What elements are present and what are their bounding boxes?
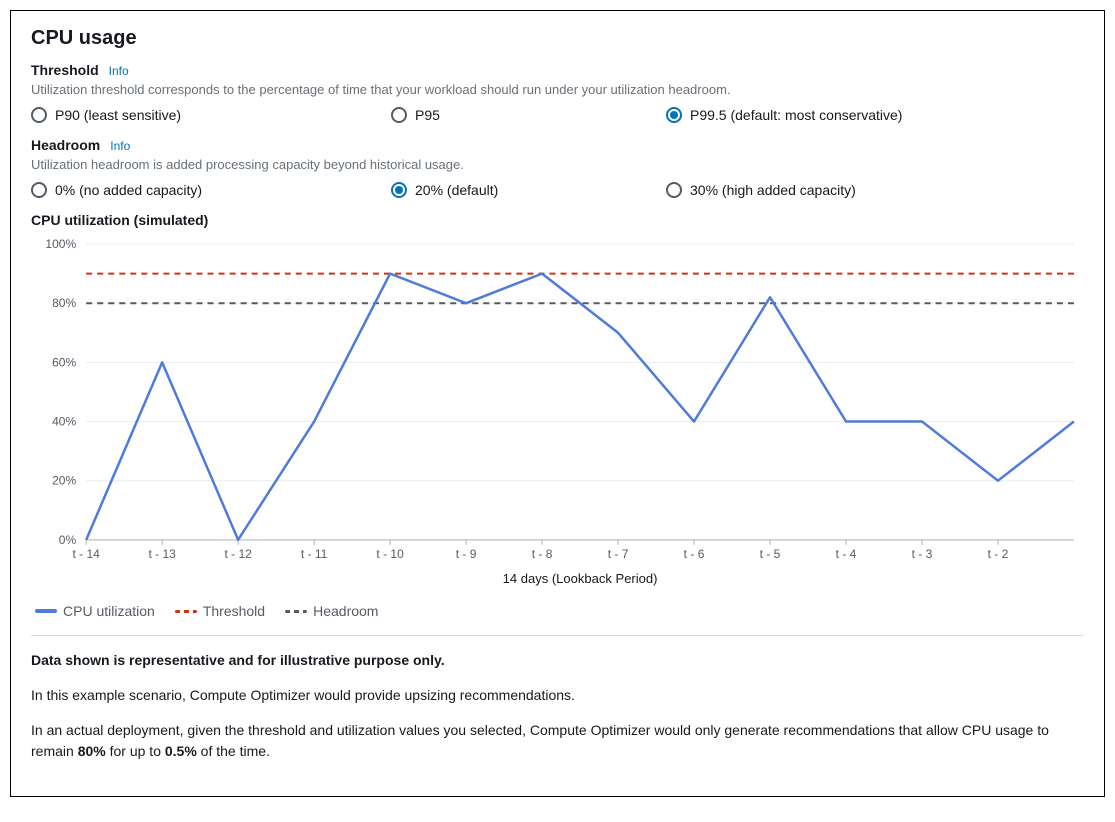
legend-label: Headroom bbox=[313, 603, 378, 619]
threshold-desc: Utilization threshold corresponds to the… bbox=[31, 82, 1084, 97]
svg-text:t - 3: t - 3 bbox=[912, 547, 933, 561]
svg-text:t - 6: t - 6 bbox=[684, 547, 705, 561]
svg-text:t - 8: t - 8 bbox=[532, 547, 553, 561]
radio-label: 0% (no added capacity) bbox=[55, 182, 202, 198]
threshold-header: Threshold Info bbox=[31, 62, 1084, 78]
cpu-chart: 0% 20% 40% 60% 80% 100% t - 14 t - 13 t - 12 t - … bbox=[31, 234, 1084, 595]
disclaimer-line2: In an actual deployment, given the thres… bbox=[31, 720, 1084, 762]
legend-swatch-icon bbox=[175, 610, 197, 613]
radio-label: P99.5 (default: most conservative) bbox=[690, 107, 902, 123]
svg-text:t - 10: t - 10 bbox=[376, 547, 404, 561]
threshold-option-p90[interactable]: P90 (least sensitive) bbox=[31, 107, 391, 123]
radio-icon bbox=[666, 107, 682, 123]
chart-svg: 0% 20% 40% 60% 80% 100% t - 14 t - 13 t - 12 t - … bbox=[31, 234, 1084, 595]
legend-swatch-icon bbox=[35, 609, 57, 613]
radio-icon bbox=[666, 182, 682, 198]
svg-text:t - 12: t - 12 bbox=[224, 547, 252, 561]
headroom-label: Headroom bbox=[31, 137, 100, 153]
threshold-option-p995[interactable]: P99.5 (default: most conservative) bbox=[666, 107, 1084, 123]
threshold-label: Threshold bbox=[31, 62, 99, 78]
radio-label: P90 (least sensitive) bbox=[55, 107, 181, 123]
svg-text:t - 5: t - 5 bbox=[760, 547, 781, 561]
radio-label: 20% (default) bbox=[415, 182, 498, 198]
headroom-option-0[interactable]: 0% (no added capacity) bbox=[31, 182, 391, 198]
svg-text:100%: 100% bbox=[45, 237, 76, 251]
legend-label: CPU utilization bbox=[63, 603, 155, 619]
threshold-option-p95[interactable]: P95 bbox=[391, 107, 666, 123]
radio-icon bbox=[31, 107, 47, 123]
headroom-info-link[interactable]: Info bbox=[110, 139, 130, 153]
svg-text:t - 9: t - 9 bbox=[456, 547, 477, 561]
svg-text:t - 4: t - 4 bbox=[836, 547, 857, 561]
legend-headroom: Headroom bbox=[285, 603, 378, 619]
chart-title: CPU utilization (simulated) bbox=[31, 212, 1084, 228]
svg-text:20%: 20% bbox=[52, 474, 76, 488]
legend-label: Threshold bbox=[203, 603, 265, 619]
legend-threshold: Threshold bbox=[175, 603, 265, 619]
svg-text:0%: 0% bbox=[59, 533, 77, 547]
disclaimer-line1: In this example scenario, Compute Optimi… bbox=[31, 685, 1084, 706]
radio-label: 30% (high added capacity) bbox=[690, 182, 856, 198]
radio-icon bbox=[391, 182, 407, 198]
chart-legend: CPU utilization Threshold Headroom bbox=[31, 603, 1084, 619]
svg-text:t - 13: t - 13 bbox=[148, 547, 176, 561]
page-title: CPU usage bbox=[31, 27, 1084, 50]
threshold-radio-group: P90 (least sensitive) P95 P99.5 (default… bbox=[31, 107, 1084, 123]
legend-cpu: CPU utilization bbox=[35, 603, 155, 619]
radio-icon bbox=[391, 107, 407, 123]
headroom-header: Headroom Info bbox=[31, 137, 1084, 153]
svg-text:14 days (Lookback Period): 14 days (Lookback Period) bbox=[503, 571, 658, 586]
svg-text:t - 14: t - 14 bbox=[72, 547, 100, 561]
svg-text:60%: 60% bbox=[52, 355, 76, 369]
svg-text:80%: 80% bbox=[52, 296, 76, 310]
svg-text:40%: 40% bbox=[52, 415, 76, 429]
legend-swatch-icon bbox=[285, 610, 307, 613]
cpu-usage-panel: CPU usage Threshold Info Utilization thr… bbox=[10, 10, 1105, 797]
divider bbox=[31, 635, 1084, 636]
threshold-info-link[interactable]: Info bbox=[109, 64, 129, 78]
disclaimer: Data shown is representative and for ill… bbox=[31, 650, 1084, 762]
radio-label: P95 bbox=[415, 107, 440, 123]
headroom-option-20[interactable]: 20% (default) bbox=[391, 182, 666, 198]
disclaimer-heading: Data shown is representative and for ill… bbox=[31, 652, 445, 668]
svg-text:t - 7: t - 7 bbox=[608, 547, 629, 561]
headroom-option-30[interactable]: 30% (high added capacity) bbox=[666, 182, 1084, 198]
radio-icon bbox=[31, 182, 47, 198]
svg-text:t - 2: t - 2 bbox=[988, 547, 1009, 561]
headroom-desc: Utilization headroom is added processing… bbox=[31, 157, 1084, 172]
svg-text:t - 11: t - 11 bbox=[301, 547, 328, 561]
headroom-radio-group: 0% (no added capacity) 20% (default) 30%… bbox=[31, 182, 1084, 198]
